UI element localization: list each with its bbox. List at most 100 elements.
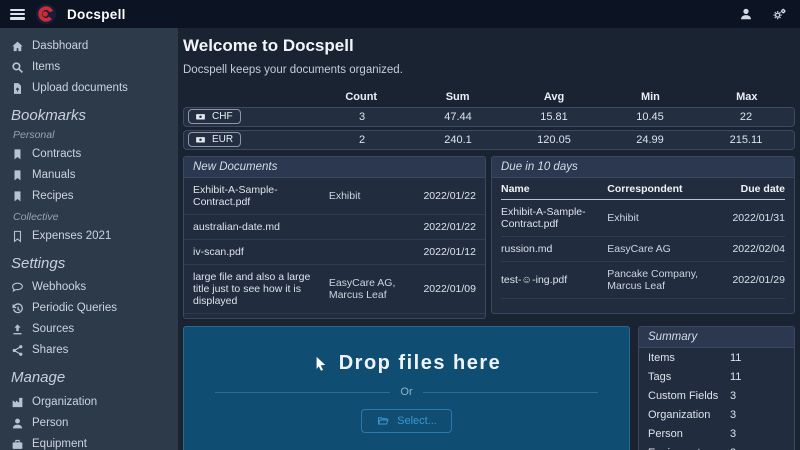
menu-toggle-icon[interactable] — [10, 9, 25, 20]
document-row[interactable]: Exhibit-A-Sample-Contract.pdf Exhibit 20… — [184, 178, 485, 215]
document-date: 2022/01/22 — [416, 221, 476, 233]
sidebar-item-bookmark-expenses-2021[interactable]: Expenses 2021 — [11, 226, 172, 246]
sidebar-item-periodic-queries[interactable]: Periodic Queries — [11, 298, 172, 318]
stat-max: 22 — [698, 111, 794, 123]
stat-avg: 120.05 — [506, 134, 602, 146]
sidebar-item-bookmark-recipes[interactable]: Recipes — [11, 186, 172, 206]
drop-files-label: Drop files here — [339, 352, 502, 375]
document-name: australian-date.md — [193, 221, 323, 233]
page-title: Welcome to Docspell — [183, 36, 795, 56]
new-documents-panel: New Documents Exhibit-A-Sample-Contract.… — [183, 156, 486, 319]
stat-avg: 15.81 — [506, 111, 602, 123]
document-due-date: 2022/01/31 — [723, 212, 785, 224]
document-row[interactable]: test-☺-ing.pdf Pancake Company, Marcus L… — [184, 314, 485, 319]
due-panel: Due in 10 days Name Correspondent Due da… — [491, 156, 795, 314]
due-table: Name Correspondent Due date Exhibit-A-Sa… — [492, 178, 794, 299]
sidebar-item-upload-documents[interactable]: Upload documents — [11, 78, 172, 98]
summary-value: 11 — [730, 352, 785, 364]
document-correspondent: EasyCare AG — [607, 243, 717, 255]
stats-header-max: Max — [699, 91, 795, 103]
sidebar-item-person[interactable]: Person — [11, 413, 172, 433]
sidebar-item-label: Expenses 2021 — [32, 230, 111, 242]
summary-value: 3 — [730, 409, 785, 421]
bookmarks-collective-subheader: Collective — [13, 211, 172, 223]
manage-section-title: Manage — [11, 369, 172, 386]
search-icon — [11, 61, 24, 74]
stat-sum: 240.1 — [410, 134, 506, 146]
page-subtitle: Docspell keeps your documents organized. — [183, 64, 795, 76]
sidebar-item-equipment[interactable]: Equipment — [11, 434, 172, 450]
sidebar-item-dashboard[interactable]: Dasbhoard — [11, 36, 172, 56]
stat-sum: 47.44 — [410, 111, 506, 123]
sidebar-item-webhooks[interactable]: Webhooks — [11, 277, 172, 297]
due-header-name: Name — [501, 183, 601, 195]
money-bill-icon — [194, 112, 207, 122]
file-drop-zone[interactable]: Drop files here Or Select... — [183, 326, 630, 450]
home-icon — [11, 40, 24, 53]
drop-files-title: Drop files here — [312, 352, 502, 375]
summary-row: Custom Fields 3 — [639, 386, 794, 405]
upload-icon — [11, 323, 24, 336]
document-name: Exhibit-A-Sample-Contract.pdf — [501, 206, 601, 230]
due-row[interactable]: test-☺-ing.pdf Pancake Company, Marcus L… — [501, 262, 785, 299]
settings-section-title: Settings — [11, 255, 172, 272]
summary-row: Person 3 — [639, 424, 794, 443]
stats-table-header: Count Sum Avg Min Max — [183, 91, 795, 103]
comment-icon — [11, 281, 24, 294]
toolbox-icon — [11, 438, 24, 450]
summary-label: Tags — [648, 371, 730, 383]
due-table-header: Name Correspondent Due date — [501, 178, 785, 200]
summary-value: 3 — [730, 428, 785, 440]
sidebar-item-bookmark-manuals[interactable]: Manuals — [11, 165, 172, 185]
bookmarks-personal-subheader: Personal — [13, 129, 172, 141]
due-row[interactable]: Exhibit-A-Sample-Contract.pdf Exhibit 20… — [501, 200, 785, 237]
bookmarks-section-title: Bookmarks — [11, 107, 172, 124]
sidebar-item-label: Sources — [32, 323, 74, 335]
summary-row: Items 11 — [639, 348, 794, 367]
gears-icon[interactable] — [771, 7, 788, 22]
money-bill-icon — [194, 135, 207, 145]
stats-header-min: Min — [602, 91, 698, 103]
docspell-logo[interactable] — [36, 4, 56, 24]
document-name: test-☺-ing.pdf — [501, 274, 601, 286]
stat-count: 2 — [314, 134, 410, 146]
summary-value: 3 — [730, 390, 785, 402]
sidebar-item-organization[interactable]: Organization — [11, 392, 172, 412]
summary-label: Organization — [648, 409, 730, 421]
sidebar-item-shares[interactable]: Shares — [11, 340, 172, 360]
due-header-due-date: Due date — [723, 183, 785, 195]
document-row[interactable]: australian-date.md 2022/01/22 — [184, 215, 485, 240]
document-correspondent: EasyCare AG, Marcus Leaf — [329, 277, 410, 301]
stats-header-sum: Sum — [409, 91, 505, 103]
app-title: Docspell — [67, 7, 126, 22]
document-row[interactable]: iv-scan.pdf 2022/01/12 — [184, 240, 485, 265]
currency-code: CHF — [212, 111, 233, 122]
bookmark-icon — [11, 190, 24, 203]
bookmark-outline-icon — [11, 230, 24, 243]
sidebar-item-sources[interactable]: Sources — [11, 319, 172, 339]
select-files-label: Select... — [397, 415, 437, 427]
share-icon — [11, 344, 24, 357]
industry-icon — [11, 396, 24, 409]
summary-label: Items — [648, 352, 730, 364]
document-date: 2022/01/22 — [416, 190, 476, 202]
due-row[interactable]: russion.md EasyCare AG 2022/02/04 — [501, 237, 785, 262]
summary-value: 11 — [730, 371, 785, 383]
select-files-button[interactable]: Select... — [361, 409, 452, 433]
user-icon[interactable] — [739, 7, 753, 21]
document-date: 2022/01/09 — [416, 283, 476, 295]
sidebar-item-label: Dasbhoard — [32, 40, 88, 52]
cursor-arrow-icon — [312, 354, 329, 374]
sidebar-item-bookmark-contracts[interactable]: Contracts — [11, 144, 172, 164]
bookmark-icon — [11, 169, 24, 182]
summary-panel: Summary Items 11 Tags 11 Custom Fields 3… — [638, 326, 795, 450]
summary-label: Custom Fields — [648, 390, 730, 402]
sidebar-item-items[interactable]: Items — [11, 57, 172, 77]
sidebar-item-label: Upload documents — [32, 82, 128, 94]
stat-min: 10.45 — [602, 111, 698, 123]
document-row[interactable]: large file and also a large title just t… — [184, 265, 485, 314]
sidebar-item-label: Items — [32, 61, 60, 73]
due-panel-title: Due in 10 days — [492, 157, 794, 178]
document-name: Exhibit-A-Sample-Contract.pdf — [193, 184, 323, 208]
sidebar-item-label: Manuals — [32, 169, 75, 181]
